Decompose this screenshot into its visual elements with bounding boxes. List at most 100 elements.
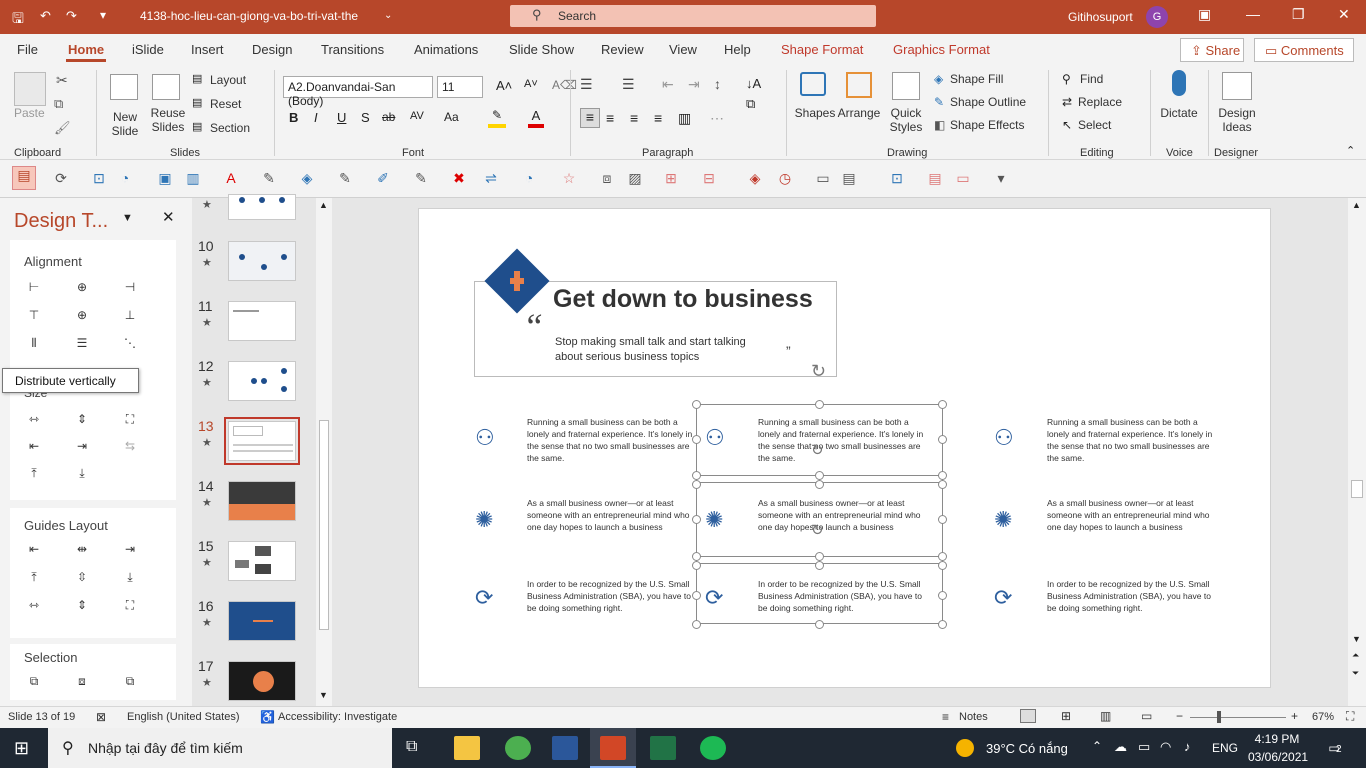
textbox-icon[interactable]: ⊡ xyxy=(90,170,108,188)
align-tool-icon[interactable]: ⇌ xyxy=(482,170,500,188)
extend-top-icon[interactable]: ⤒ xyxy=(26,466,42,480)
picture-icon[interactable]: ▣ xyxy=(156,170,174,188)
image-tool-icon[interactable]: ▨ xyxy=(626,170,644,188)
increase-indent-icon[interactable]: ⇥ xyxy=(688,76,700,93)
group-icon[interactable]: ◔ xyxy=(520,170,538,188)
italic-button[interactable]: I xyxy=(314,110,318,125)
align-left-icon[interactable]: ≡ xyxy=(580,108,600,128)
thumbnail-12[interactable] xyxy=(228,361,296,401)
notes-button[interactable]: Notes xyxy=(959,711,988,723)
rotate-handle-icon[interactable]: ↻ xyxy=(811,521,824,539)
shape-fill-button[interactable]: Shape Fill xyxy=(950,72,1003,86)
layers-icon[interactable]: ◈ xyxy=(746,170,764,188)
layout-button[interactable]: Layout xyxy=(210,73,246,87)
align-right-icon[interactable]: ⊣ xyxy=(122,280,138,294)
shape-icon[interactable]: ◔ xyxy=(116,170,134,188)
resize-handle[interactable] xyxy=(938,515,947,524)
wifi-icon[interactable]: ◠ xyxy=(1160,739,1171,755)
slide-canvas[interactable]: Get down to business “ Stop making small… xyxy=(418,208,1271,688)
redo-icon[interactable]: ↷ xyxy=(66,8,77,24)
taskbar-search[interactable]: ⚲ Nhập tại đây để tìm kiếm xyxy=(48,728,392,768)
slide-thumb-icon[interactable]: ▤ xyxy=(12,166,36,190)
distribute-vertically-icon[interactable]: ☰ xyxy=(74,336,90,350)
section-button[interactable]: Section xyxy=(210,121,250,135)
arrange-button[interactable]: Arrange xyxy=(836,106,882,120)
highlight-icon[interactable]: ✎ xyxy=(488,108,506,128)
rotate-handle-icon[interactable]: ↻ xyxy=(811,441,824,459)
resize-handle[interactable] xyxy=(692,480,701,489)
tab-file[interactable]: File xyxy=(17,42,38,57)
tab-insert[interactable]: Insert xyxy=(191,42,224,57)
distribute-horizontally-icon[interactable]: ⫴ xyxy=(26,336,42,350)
clock-date[interactable]: 03/06/2021 xyxy=(1248,750,1308,764)
tab-review[interactable]: Review xyxy=(601,42,644,57)
spotify-icon[interactable] xyxy=(700,736,726,760)
tab-help[interactable]: Help xyxy=(724,42,751,57)
align-bottom-icon[interactable]: ⊥ xyxy=(122,308,138,322)
scroll-up-icon[interactable]: ▲ xyxy=(1352,200,1361,210)
frame-icon[interactable]: ▭ xyxy=(814,170,832,188)
reuse-slides-icon[interactable] xyxy=(152,74,180,100)
thumbnail-10[interactable] xyxy=(228,241,296,281)
guide-height-icon[interactable]: ⇕ xyxy=(74,598,90,612)
resize-handle[interactable] xyxy=(938,591,947,600)
shapes-icon[interactable] xyxy=(800,72,826,96)
windows-start-icon[interactable]: ⊞ xyxy=(14,738,29,759)
weather-text[interactable]: 39°C Có nắng xyxy=(986,741,1068,756)
minimize-icon[interactable]: — xyxy=(1246,6,1260,22)
zoom-slider[interactable] xyxy=(1190,717,1286,718)
line-dropper-icon[interactable]: ✎ xyxy=(412,170,430,188)
smartart-icon[interactable]: ⧉ xyxy=(746,96,755,112)
numbering-icon[interactable]: ☰ xyxy=(622,76,635,93)
title-dropdown-icon[interactable]: ⌄ xyxy=(384,10,392,21)
resize-handle[interactable] xyxy=(815,552,824,561)
quick-styles-button[interactable]: Quick Styles xyxy=(882,106,930,134)
extend-right-icon[interactable]: ⇥ xyxy=(74,439,90,453)
cut-icon[interactable]: ✂ xyxy=(56,72,68,89)
change-case-button[interactable]: Aa xyxy=(444,110,459,124)
split-icon[interactable]: ⊟ xyxy=(700,170,718,188)
align-middle-icon[interactable]: ⊕ xyxy=(74,308,90,322)
search-box[interactable]: ⚲ Search xyxy=(510,5,876,27)
resize-handle[interactable] xyxy=(938,620,947,629)
resize-handle[interactable] xyxy=(692,471,701,480)
justify-icon[interactable]: ≡ xyxy=(654,110,662,126)
feature-text[interactable]: Running a small business can be both a l… xyxy=(1047,416,1217,464)
feature-text[interactable]: In order to be recognized by the U.S. Sm… xyxy=(1047,578,1217,614)
powerpoint-taskbar-button[interactable] xyxy=(590,728,636,768)
align-center-icon[interactable]: ≡ xyxy=(606,110,614,126)
export-icon[interactable]: ▤ xyxy=(926,170,944,188)
previous-slide-icon[interactable]: ⏶ xyxy=(1352,650,1359,661)
ribbon-display-icon[interactable]: ▣ xyxy=(1198,6,1211,23)
feature-text[interactable]: Running a small business can be both a l… xyxy=(527,416,697,464)
resize-handle[interactable] xyxy=(692,552,701,561)
feature-text[interactable]: In order to be recognized by the U.S. Sm… xyxy=(527,578,697,614)
erase-icon[interactable]: ✖ xyxy=(450,170,468,188)
reset-button[interactable]: Reset xyxy=(210,97,241,111)
font-name-select[interactable]: A2.Doanvandai-San (Body) xyxy=(283,76,433,108)
tab-home[interactable]: Home xyxy=(65,42,107,62)
slide-title[interactable]: Get down to business xyxy=(553,285,813,314)
line-color-icon[interactable]: ✐ xyxy=(374,170,392,188)
language-status[interactable]: English (United States) xyxy=(127,711,240,723)
clear-format-icon[interactable]: A⌫ xyxy=(552,78,577,92)
arrange-icon[interactable] xyxy=(846,72,872,98)
excel-icon[interactable] xyxy=(650,736,676,760)
resize-handle[interactable] xyxy=(815,561,824,570)
resize-handle[interactable] xyxy=(938,561,947,570)
fill-dropper-icon[interactable]: ✎ xyxy=(336,170,354,188)
rotate-handle-icon[interactable]: ↻ xyxy=(811,361,826,382)
thumbnail-13[interactable] xyxy=(224,417,300,465)
columns-icon[interactable]: ▥ xyxy=(678,110,691,127)
extend-left-icon[interactable]: ⇤ xyxy=(26,439,42,453)
tab-design[interactable]: Design xyxy=(252,42,292,57)
input-language[interactable]: ENG xyxy=(1212,741,1238,755)
replace-button[interactable]: Replace xyxy=(1078,95,1122,109)
tab-islide[interactable]: iSlide xyxy=(132,42,164,57)
share-button[interactable]: ⇪ Share xyxy=(1180,38,1244,62)
thumbnail-17[interactable] xyxy=(228,661,296,701)
align-center-h-icon[interactable]: ⊕ xyxy=(74,280,90,294)
guide-middle-icon[interactable]: ⇳ xyxy=(74,570,90,584)
feature-text[interactable]: As a small business owner—or at least so… xyxy=(1047,497,1217,533)
tray-chevron-icon[interactable]: ⌃ xyxy=(1092,739,1102,753)
